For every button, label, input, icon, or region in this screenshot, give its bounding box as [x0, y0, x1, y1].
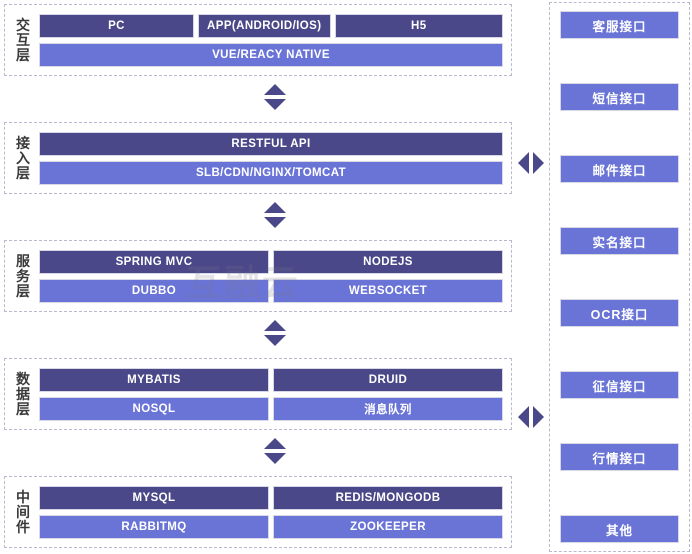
- layer-service: 服务层 SPRING MVC NODEJS DUBBO WEBSOCKET: [4, 240, 512, 312]
- connector-data-to-middleware: [264, 438, 286, 464]
- layer-label-text: 服务层: [16, 252, 30, 299]
- connector-access-to-service: [264, 202, 286, 228]
- interface-item-real-name[interactable]: 实名接口: [560, 227, 679, 255]
- architecture-diagram: 交互层 PC APP(ANDROID/IOS) H5 VUE/REACY NAT…: [0, 0, 692, 554]
- block-message-queue[interactable]: 消息队列: [273, 396, 503, 421]
- layer-label-service: 服务层: [5, 252, 39, 299]
- arrow-up-icon: [264, 84, 286, 95]
- layer-row: MYSQL REDIS/MONGODB: [39, 485, 503, 510]
- layer-label-text: 接入层: [16, 134, 30, 181]
- block-zookeeper[interactable]: ZOOKEEPER: [273, 514, 503, 539]
- layer-row: MYBATIS DRUID: [39, 367, 503, 392]
- layer-stack: 交互层 PC APP(ANDROID/IOS) H5 VUE/REACY NAT…: [4, 0, 516, 554]
- interface-item-market-quote[interactable]: 行情接口: [560, 443, 679, 471]
- layer-label-middleware: 中间件: [5, 488, 39, 535]
- block-vue-react-native[interactable]: VUE/REACY NATIVE: [39, 42, 503, 67]
- layer-middleware: 中间件 MYSQL REDIS/MONGODB RABBITMQ ZOOKEEP…: [4, 476, 512, 548]
- arrow-down-icon: [264, 335, 286, 346]
- arrow-up-icon: [264, 202, 286, 213]
- layer-row: RESTFUL API: [39, 131, 503, 156]
- layer-rows-middleware: MYSQL REDIS/MONGODB RABBITMQ ZOOKEEPER: [39, 481, 511, 544]
- block-rabbitmq[interactable]: RABBITMQ: [39, 514, 269, 539]
- connector-data-to-interfaces: [518, 406, 544, 428]
- block-slb-cdn-nginx-tomcat[interactable]: SLB/CDN/NGINX/TOMCAT: [39, 160, 503, 185]
- interface-item-ocr[interactable]: OCR接口: [560, 299, 679, 327]
- layer-row: NOSQL 消息队列: [39, 396, 503, 421]
- block-h5[interactable]: H5: [334, 13, 503, 38]
- arrow-down-icon: [264, 217, 286, 228]
- block-mybatis[interactable]: MYBATIS: [39, 367, 269, 392]
- arrow-right-icon: [533, 406, 544, 428]
- arrow-up-icon: [264, 438, 286, 449]
- layer-rows-access: RESTFUL API SLB/CDN/NGINX/TOMCAT: [39, 127, 511, 190]
- layer-label-text: 交互层: [16, 16, 30, 63]
- layer-data: 数据层 MYBATIS DRUID NOSQL 消息队列: [4, 358, 512, 430]
- layer-label-interaction: 交互层: [5, 16, 39, 63]
- block-pc[interactable]: PC: [39, 13, 194, 38]
- layer-row: DUBBO WEBSOCKET: [39, 278, 503, 303]
- layer-interaction: 交互层 PC APP(ANDROID/IOS) H5 VUE/REACY NAT…: [4, 4, 512, 76]
- interface-panel: 客服接口 短信接口 邮件接口 实名接口 OCR接口 征信接口 行情接口 其他: [549, 2, 690, 552]
- layer-row: RABBITMQ ZOOKEEPER: [39, 514, 503, 539]
- connector-interaction-to-access: [264, 84, 286, 110]
- block-mysql[interactable]: MYSQL: [39, 485, 269, 510]
- block-redis-mongodb[interactable]: REDIS/MONGODB: [273, 485, 503, 510]
- block-druid[interactable]: DRUID: [273, 367, 503, 392]
- arrow-down-icon: [264, 99, 286, 110]
- interface-item-customer-service[interactable]: 客服接口: [560, 11, 679, 39]
- block-restful-api[interactable]: RESTFUL API: [39, 131, 503, 156]
- connector-service-to-data: [264, 320, 286, 346]
- layer-rows-service: SPRING MVC NODEJS DUBBO WEBSOCKET: [39, 245, 511, 308]
- layer-label-text: 数据层: [16, 370, 30, 417]
- interface-item-other[interactable]: 其他: [560, 515, 679, 543]
- block-spring-mvc[interactable]: SPRING MVC: [39, 249, 269, 274]
- arrow-right-icon: [533, 152, 544, 174]
- interface-item-sms[interactable]: 短信接口: [560, 83, 679, 111]
- interface-item-email[interactable]: 邮件接口: [560, 155, 679, 183]
- layer-row: PC APP(ANDROID/IOS) H5: [39, 13, 503, 38]
- layer-label-text: 中间件: [16, 488, 30, 535]
- block-app[interactable]: APP(ANDROID/IOS): [198, 13, 331, 38]
- layer-row: VUE/REACY NATIVE: [39, 42, 503, 67]
- arrow-left-icon: [518, 152, 529, 174]
- layer-rows-data: MYBATIS DRUID NOSQL 消息队列: [39, 363, 511, 426]
- layer-row: SPRING MVC NODEJS: [39, 249, 503, 274]
- arrow-down-icon: [264, 453, 286, 464]
- layer-row: SLB/CDN/NGINX/TOMCAT: [39, 160, 503, 185]
- connector-access-to-interfaces: [518, 152, 544, 174]
- block-websocket[interactable]: WEBSOCKET: [273, 278, 503, 303]
- arrow-up-icon: [264, 320, 286, 331]
- layer-rows-interaction: PC APP(ANDROID/IOS) H5 VUE/REACY NATIVE: [39, 9, 511, 72]
- arrow-left-icon: [518, 406, 529, 428]
- layer-label-access: 接入层: [5, 134, 39, 181]
- interface-item-credit[interactable]: 征信接口: [560, 371, 679, 399]
- layer-access: 接入层 RESTFUL API SLB/CDN/NGINX/TOMCAT: [4, 122, 512, 194]
- block-nodejs[interactable]: NODEJS: [273, 249, 503, 274]
- block-nosql[interactable]: NOSQL: [39, 396, 269, 421]
- block-dubbo[interactable]: DUBBO: [39, 278, 269, 303]
- layer-label-data: 数据层: [5, 370, 39, 417]
